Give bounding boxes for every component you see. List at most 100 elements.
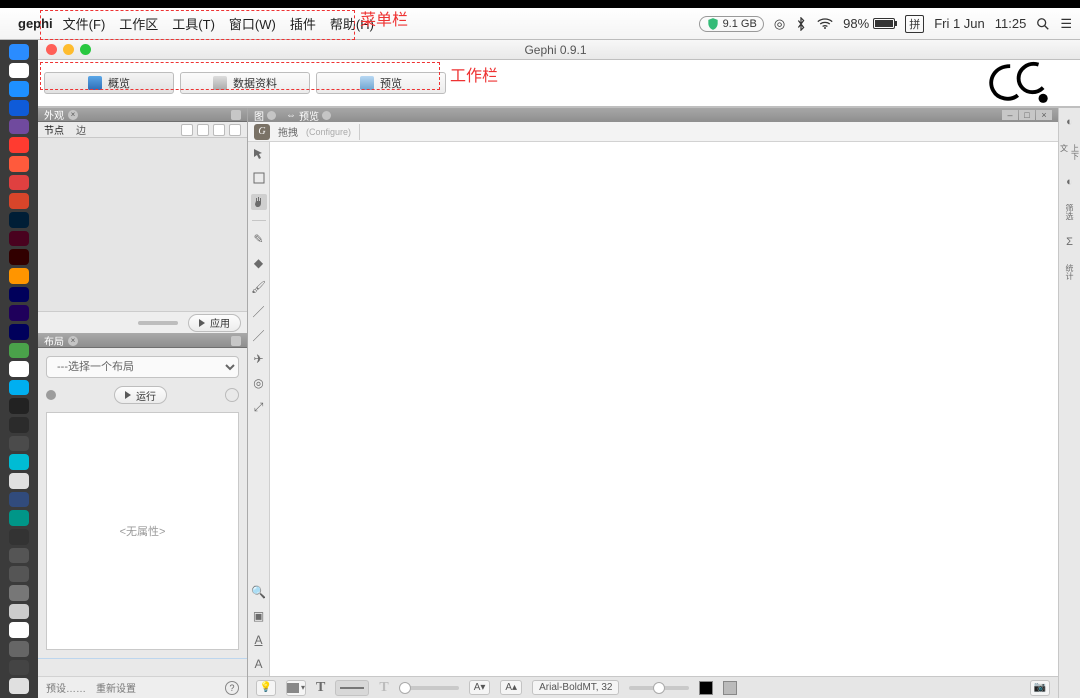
- dock-app-32[interactable]: [9, 641, 29, 657]
- close-icon[interactable]: ×: [68, 110, 78, 120]
- dock-app-21[interactable]: [9, 436, 29, 452]
- dock-app-12[interactable]: [9, 268, 29, 284]
- run-button[interactable]: 运行: [114, 386, 167, 404]
- font-larger-button[interactable]: A▴: [500, 680, 522, 695]
- battery-indicator[interactable]: 98%: [843, 16, 895, 31]
- dock-app-31[interactable]: [9, 622, 29, 638]
- memory-indicator[interactable]: 9.1 GB: [699, 16, 764, 32]
- edge-toggle[interactable]: [335, 680, 369, 696]
- dock-app-3[interactable]: [9, 100, 29, 116]
- dock-app-0[interactable]: [9, 44, 29, 60]
- close-icon[interactable]: [267, 111, 276, 120]
- window-min-icon[interactable]: –: [1002, 110, 1018, 120]
- close-icon[interactable]: [322, 111, 331, 120]
- hand-tool-icon[interactable]: [251, 194, 267, 210]
- dock-app-15[interactable]: [9, 324, 29, 340]
- appearance-tab-nodes[interactable]: 节点: [44, 122, 64, 137]
- preview-tab[interactable]: ⇔预览: [286, 108, 331, 123]
- dock-app-24[interactable]: [9, 492, 29, 508]
- spline-icon[interactable]: [138, 321, 178, 325]
- rect-select-tool-icon[interactable]: [251, 170, 267, 186]
- node-pencil-icon[interactable]: ／: [251, 327, 267, 343]
- pointer-tool-icon[interactable]: [251, 146, 267, 162]
- window-max-icon[interactable]: □: [1019, 110, 1035, 120]
- graph-canvas[interactable]: [270, 142, 1058, 676]
- statistics-panel-icon[interactable]: Σ: [1062, 234, 1078, 250]
- dock-app-20[interactable]: [9, 417, 29, 433]
- dock-app-11[interactable]: [9, 249, 29, 265]
- label-size-slider[interactable]: [629, 686, 689, 690]
- configure-link[interactable]: (Configure): [306, 127, 351, 137]
- magnifier-icon[interactable]: 🔍: [251, 584, 267, 600]
- statistics-label[interactable]: 统计: [1062, 264, 1078, 280]
- dock-app-26[interactable]: [9, 529, 29, 545]
- reset-icon[interactable]: [225, 388, 239, 402]
- edge-weight-slider[interactable]: [399, 686, 459, 690]
- font-selector[interactable]: Arial-BoldMT, 32: [532, 680, 619, 695]
- dock-app-10[interactable]: [9, 231, 29, 247]
- dock-app-25[interactable]: [9, 510, 29, 526]
- panel-options-icon[interactable]: [231, 336, 241, 346]
- reset-colors-icon[interactable]: A: [251, 632, 267, 648]
- close-icon[interactable]: ×: [68, 336, 78, 346]
- dock-app-28[interactable]: [9, 566, 29, 582]
- dock-app-14[interactable]: [9, 305, 29, 321]
- panel-options-icon[interactable]: [231, 110, 241, 120]
- show-edge-labels-toggle[interactable]: T: [379, 680, 388, 696]
- dock-app-13[interactable]: [9, 287, 29, 303]
- dock-app-33[interactable]: [9, 660, 29, 676]
- dock-app-5[interactable]: [9, 137, 29, 153]
- context-label[interactable]: 上下文: [1062, 144, 1078, 160]
- dock-app-29[interactable]: [9, 585, 29, 601]
- dock-app-16[interactable]: [9, 343, 29, 359]
- spotlight-icon[interactable]: [1036, 17, 1050, 31]
- screenshot-button[interactable]: 📷: [1030, 680, 1050, 696]
- reset-sizes-icon[interactable]: A: [251, 656, 267, 672]
- menu-time[interactable]: 11:25: [995, 16, 1027, 31]
- center-icon[interactable]: ▣: [251, 608, 267, 624]
- pencil-tool-icon[interactable]: ✎: [251, 231, 267, 247]
- label-color-attr-swatch[interactable]: [723, 681, 737, 695]
- label-color-swatch[interactable]: [699, 681, 713, 695]
- target-tool-icon[interactable]: ◎: [251, 375, 267, 391]
- filters-panel-icon[interactable]: ◐: [1062, 174, 1078, 190]
- drag-mode-label[interactable]: 拖拽: [278, 124, 298, 139]
- dock-app-1[interactable]: [9, 63, 29, 79]
- dock-app-23[interactable]: [9, 473, 29, 489]
- expand-tool-icon[interactable]: ⤢: [251, 399, 267, 415]
- background-color-button[interactable]: ▾: [286, 680, 306, 696]
- palette-icon[interactable]: [181, 124, 193, 136]
- label-size-icon[interactable]: [229, 124, 241, 136]
- bulb-icon[interactable]: 💡: [256, 680, 276, 696]
- dock-app-18[interactable]: [9, 380, 29, 396]
- label-color-icon[interactable]: [213, 124, 225, 136]
- appearance-tab-edges[interactable]: 边: [76, 122, 86, 137]
- dock-app-22[interactable]: [9, 454, 29, 470]
- dock-app-2[interactable]: [9, 81, 29, 97]
- dock-app-4[interactable]: [9, 119, 29, 135]
- window-close-icon[interactable]: ×: [1036, 110, 1052, 120]
- bluetooth-icon[interactable]: [795, 17, 807, 31]
- sync-icon[interactable]: ◎: [774, 16, 785, 32]
- edge-pencil-icon[interactable]: ／: [251, 303, 267, 319]
- show-labels-toggle[interactable]: T: [316, 680, 325, 696]
- brush-tool-icon[interactable]: 🖌: [251, 279, 267, 295]
- notification-icon[interactable]: ☰: [1060, 16, 1072, 32]
- dock-app-8[interactable]: [9, 193, 29, 209]
- dock-app-6[interactable]: [9, 156, 29, 172]
- preset-button[interactable]: 预设……: [46, 680, 86, 695]
- filters-label[interactable]: 筛选: [1062, 204, 1078, 220]
- context-panel-icon[interactable]: ◐: [1062, 114, 1078, 130]
- sizer-tool-icon[interactable]: ◆: [251, 255, 267, 271]
- dock-app-34[interactable]: [9, 678, 29, 694]
- dock-app-19[interactable]: [9, 398, 29, 414]
- dock-app-7[interactable]: [9, 175, 29, 191]
- graph-tab[interactable]: 图: [254, 108, 276, 123]
- dock-app-17[interactable]: [9, 361, 29, 377]
- menu-date[interactable]: Fri 1 Jun: [934, 16, 985, 31]
- help-icon[interactable]: ?: [225, 681, 239, 695]
- reset-settings-button[interactable]: 重新设置: [96, 680, 136, 695]
- layout-select[interactable]: ---选择一个布局: [46, 356, 239, 378]
- dock-app-30[interactable]: [9, 604, 29, 620]
- font-smaller-button[interactable]: A▾: [469, 680, 491, 695]
